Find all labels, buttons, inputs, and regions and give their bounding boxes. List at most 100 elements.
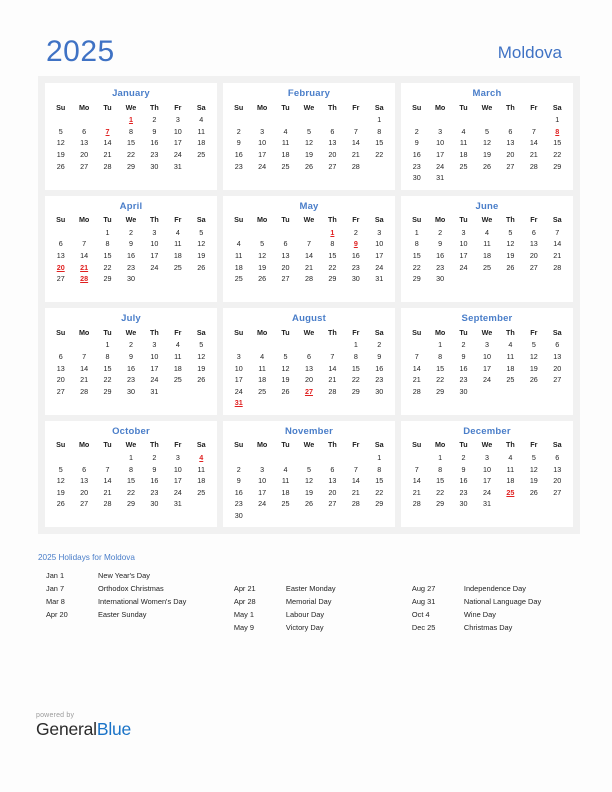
day-cell[interactable]: 21 [297, 261, 320, 273]
day-cell[interactable]: 26 [49, 498, 72, 510]
day-cell-holiday[interactable]: 31 [227, 397, 250, 409]
day-cell[interactable]: 9 [143, 126, 166, 138]
day-cell[interactable]: 30 [452, 498, 475, 510]
day-cell[interactable]: 14 [72, 250, 95, 262]
day-cell[interactable]: 25 [166, 374, 189, 386]
day-cell[interactable]: 20 [49, 374, 72, 386]
day-cell[interactable]: 8 [368, 126, 391, 138]
day-cell[interactable]: 11 [499, 351, 522, 363]
day-cell[interactable]: 11 [274, 475, 297, 487]
day-cell[interactable]: 10 [452, 238, 475, 250]
day-cell[interactable]: 6 [72, 463, 95, 475]
day-cell[interactable]: 26 [499, 261, 522, 273]
day-cell[interactable]: 18 [452, 149, 475, 161]
day-cell[interactable]: 5 [190, 227, 213, 239]
day-cell[interactable]: 2 [405, 126, 428, 138]
day-cell[interactable]: 13 [274, 250, 297, 262]
day-cell[interactable]: 30 [344, 273, 367, 285]
day-cell-holiday[interactable]: 9 [344, 238, 367, 250]
day-cell[interactable]: 2 [119, 339, 142, 351]
day-cell[interactable]: 19 [250, 261, 273, 273]
day-cell[interactable]: 13 [72, 137, 95, 149]
day-cell-holiday[interactable]: 20 [49, 261, 72, 273]
day-cell[interactable]: 22 [344, 374, 367, 386]
day-cell[interactable]: 23 [452, 374, 475, 386]
day-cell[interactable]: 23 [452, 486, 475, 498]
day-cell[interactable]: 5 [522, 339, 545, 351]
day-cell[interactable]: 8 [368, 463, 391, 475]
day-cell-holiday[interactable]: 4 [190, 452, 213, 464]
day-cell[interactable]: 20 [546, 362, 569, 374]
day-cell[interactable]: 16 [428, 250, 451, 262]
day-cell[interactable]: 25 [452, 160, 475, 172]
day-cell[interactable]: 27 [546, 374, 569, 386]
day-cell[interactable]: 1 [96, 227, 119, 239]
day-cell[interactable]: 15 [96, 362, 119, 374]
day-cell[interactable]: 20 [297, 374, 320, 386]
day-cell[interactable]: 13 [72, 475, 95, 487]
day-cell[interactable]: 3 [368, 227, 391, 239]
day-cell[interactable]: 28 [96, 498, 119, 510]
day-cell[interactable]: 23 [428, 261, 451, 273]
day-cell[interactable]: 20 [321, 486, 344, 498]
day-cell[interactable]: 28 [344, 498, 367, 510]
day-cell[interactable]: 29 [96, 386, 119, 398]
day-cell[interactable]: 28 [522, 160, 545, 172]
day-cell[interactable]: 8 [96, 238, 119, 250]
day-cell[interactable]: 26 [250, 273, 273, 285]
day-cell[interactable]: 7 [72, 238, 95, 250]
day-cell[interactable]: 13 [522, 238, 545, 250]
day-cell[interactable]: 14 [321, 362, 344, 374]
day-cell[interactable]: 25 [166, 261, 189, 273]
day-cell[interactable]: 28 [344, 160, 367, 172]
day-cell[interactable]: 28 [72, 386, 95, 398]
day-cell[interactable]: 16 [227, 149, 250, 161]
day-cell[interactable]: 20 [72, 486, 95, 498]
day-cell[interactable]: 11 [190, 463, 213, 475]
day-cell[interactable]: 7 [405, 463, 428, 475]
day-cell[interactable]: 18 [274, 149, 297, 161]
day-cell[interactable]: 24 [475, 486, 498, 498]
day-cell[interactable]: 9 [119, 351, 142, 363]
day-cell[interactable]: 1 [368, 114, 391, 126]
day-cell[interactable]: 2 [143, 114, 166, 126]
day-cell[interactable]: 15 [321, 250, 344, 262]
day-cell[interactable]: 4 [499, 339, 522, 351]
day-cell[interactable]: 25 [274, 498, 297, 510]
day-cell[interactable]: 14 [96, 137, 119, 149]
day-cell[interactable]: 25 [190, 486, 213, 498]
day-cell[interactable]: 6 [546, 339, 569, 351]
day-cell[interactable]: 12 [297, 475, 320, 487]
day-cell[interactable]: 1 [405, 227, 428, 239]
day-cell[interactable]: 28 [546, 261, 569, 273]
day-cell[interactable]: 24 [250, 498, 273, 510]
day-cell[interactable]: 8 [119, 463, 142, 475]
day-cell[interactable]: 26 [522, 374, 545, 386]
day-cell[interactable]: 24 [143, 374, 166, 386]
day-cell[interactable]: 17 [166, 137, 189, 149]
day-cell[interactable]: 12 [190, 351, 213, 363]
day-cell[interactable]: 23 [368, 374, 391, 386]
day-cell[interactable]: 31 [475, 498, 498, 510]
day-cell[interactable]: 23 [227, 498, 250, 510]
day-cell[interactable]: 2 [143, 452, 166, 464]
day-cell[interactable]: 9 [227, 475, 250, 487]
day-cell-holiday[interactable]: 21 [72, 261, 95, 273]
day-cell[interactable]: 20 [522, 250, 545, 262]
day-cell[interactable]: 2 [227, 463, 250, 475]
day-cell[interactable]: 19 [190, 362, 213, 374]
day-cell[interactable]: 29 [119, 498, 142, 510]
day-cell[interactable]: 24 [166, 486, 189, 498]
day-cell[interactable]: 9 [428, 238, 451, 250]
day-cell[interactable]: 7 [522, 126, 545, 138]
day-cell[interactable]: 3 [475, 452, 498, 464]
day-cell[interactable]: 19 [274, 374, 297, 386]
day-cell[interactable]: 3 [143, 227, 166, 239]
day-cell[interactable]: 3 [428, 126, 451, 138]
day-cell[interactable]: 13 [499, 137, 522, 149]
day-cell[interactable]: 10 [166, 126, 189, 138]
day-cell[interactable]: 13 [546, 463, 569, 475]
day-cell[interactable]: 10 [428, 137, 451, 149]
day-cell[interactable]: 30 [143, 498, 166, 510]
day-cell[interactable]: 23 [119, 261, 142, 273]
